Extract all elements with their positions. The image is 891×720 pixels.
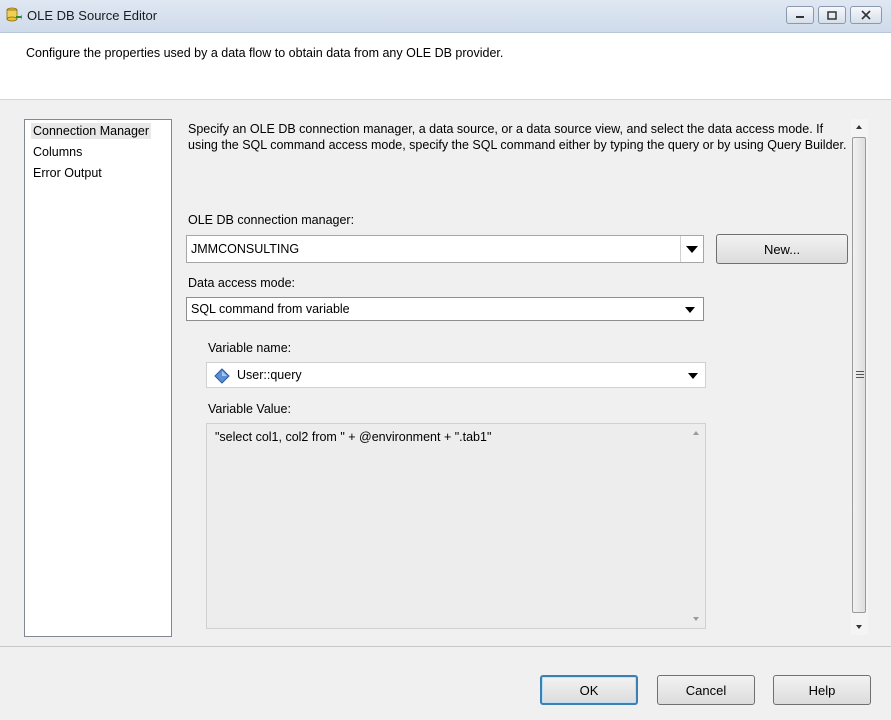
- window-title: OLE DB Source Editor: [27, 8, 158, 23]
- variable-panel: Variable name: User::query Variable Valu…: [206, 341, 706, 631]
- scroll-down-icon: [693, 617, 699, 621]
- variable-name-label: Variable name:: [208, 341, 292, 355]
- data-access-mode-select[interactable]: SQL command from variable: [186, 297, 704, 321]
- title-bar[interactable]: OLE DB Source Editor: [0, 0, 891, 33]
- connection-manager-dropdown-button[interactable]: [680, 236, 703, 262]
- cancel-button[interactable]: Cancel: [657, 675, 755, 705]
- close-icon: [861, 10, 871, 20]
- ssis-source-icon: [6, 7, 22, 22]
- scroll-down-icon[interactable]: [855, 624, 863, 630]
- content-panel: Specify an OLE DB connection manager, a …: [182, 119, 852, 635]
- chevron-down-icon: [685, 307, 695, 313]
- nav-item-error-output[interactable]: Error Output: [31, 165, 104, 181]
- data-access-mode-value: SQL command from variable: [191, 302, 350, 316]
- help-button[interactable]: Help: [773, 675, 871, 705]
- nav-item-connection-manager[interactable]: Connection Manager: [31, 123, 152, 139]
- minimize-button[interactable]: [786, 6, 814, 24]
- nav-item-columns[interactable]: Columns: [31, 144, 84, 160]
- grip-line: [856, 374, 864, 375]
- connection-manager-value: JMMCONSULTING: [191, 242, 300, 256]
- variable-name-select[interactable]: User::query: [206, 362, 706, 388]
- variable-value-text: "select col1, col2 from " + @environment…: [215, 430, 492, 444]
- footer-bar: OK Cancel Help: [0, 647, 891, 720]
- ok-button[interactable]: OK: [540, 675, 638, 705]
- variable-value-textarea[interactable]: "select col1, col2 from " + @environment…: [206, 423, 706, 629]
- dialog-window: OLE DB Source Editor Configure the prope…: [0, 0, 891, 720]
- content-description: Specify an OLE DB connection manager, a …: [188, 122, 847, 152]
- variable-value-label: Variable Value:: [208, 402, 291, 416]
- close-button[interactable]: [850, 6, 882, 24]
- connection-manager-combo[interactable]: JMMCONSULTING: [186, 235, 704, 263]
- content-scrollbar[interactable]: [851, 119, 868, 635]
- header-description: Configure the properties used by a data …: [26, 46, 504, 60]
- scroll-up-icon[interactable]: [855, 124, 863, 130]
- scrollbar-thumb[interactable]: [852, 137, 866, 613]
- scroll-up-icon: [693, 431, 699, 435]
- nav-panel: Connection Manager Columns Error Output: [24, 119, 172, 637]
- header-area: Configure the properties used by a data …: [0, 33, 891, 100]
- maximize-icon: [827, 10, 837, 20]
- chevron-down-icon: [688, 373, 698, 379]
- connection-manager-label: OLE DB connection manager:: [188, 213, 355, 227]
- chevron-down-icon: [686, 246, 698, 253]
- grip-line: [856, 371, 864, 372]
- minimize-icon: [796, 16, 804, 18]
- textarea-scrollbar[interactable]: [688, 424, 705, 628]
- data-access-mode-label: Data access mode:: [188, 276, 295, 290]
- maximize-button[interactable]: [818, 6, 846, 24]
- grip-line: [856, 377, 864, 378]
- new-connection-button[interactable]: New...: [716, 234, 848, 264]
- variable-name-value: User::query: [237, 368, 302, 382]
- variable-icon: [214, 368, 230, 384]
